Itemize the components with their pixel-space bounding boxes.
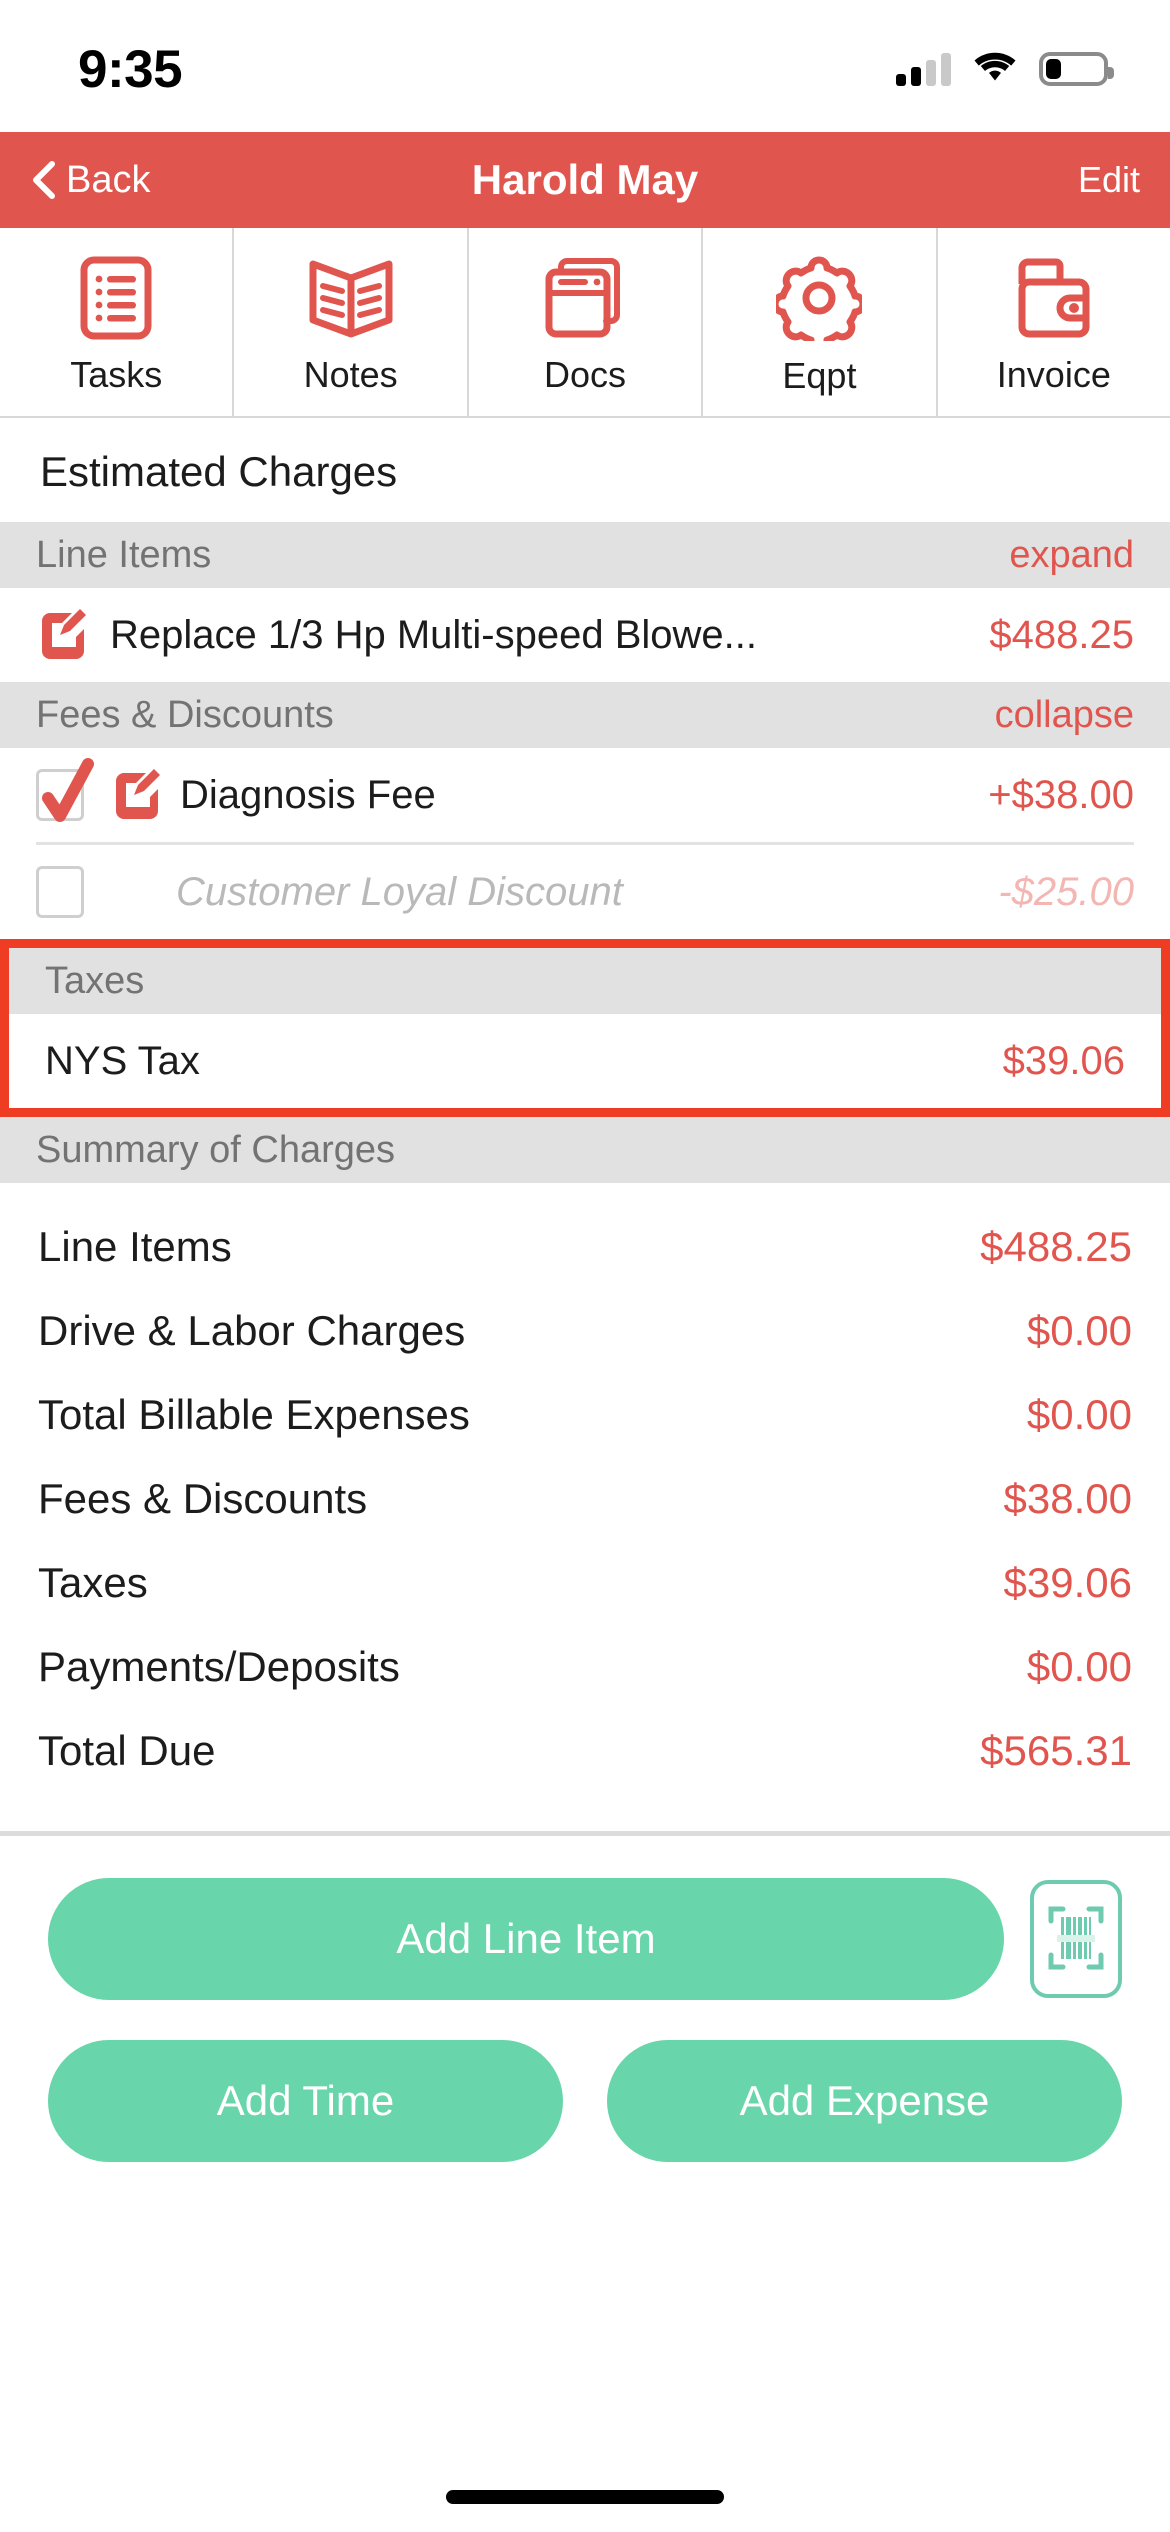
summary-amount: $0.00	[1026, 1643, 1132, 1690]
tab-label-notes: Notes	[303, 354, 398, 395]
tab-docs[interactable]: Docs	[469, 228, 704, 416]
navigation-bar: Back Harold May Edit	[0, 132, 1170, 228]
home-indicator[interactable]	[446, 2490, 724, 2504]
charges-content: Estimated Charges Line Items expand Repl…	[0, 418, 1170, 2532]
cellular-signal-icon	[896, 52, 951, 86]
wallet-icon	[1012, 256, 1096, 340]
open-book-icon	[305, 256, 397, 340]
taxes-highlight-box: Taxes NYS Tax $39.06	[0, 939, 1170, 1117]
section-title-line-items: Line Items	[36, 533, 212, 576]
summary-row: Fees & Discounts $38.00	[0, 1457, 1170, 1541]
app-screen: 9:35 Back Harold May Edit Tasks Notes Do…	[0, 0, 1170, 2532]
tab-bar: Tasks Notes Docs Eqpt Invoice	[0, 228, 1170, 418]
summary-list: Line Items $488.25 Drive & Labor Charges…	[0, 1183, 1170, 1823]
chevron-left-icon	[30, 161, 56, 199]
edit-pencil-icon[interactable]	[36, 607, 88, 664]
fee-row-diagnosis[interactable]: Diagnosis Fee +$38.00	[0, 748, 1170, 842]
summary-row: Payments/Deposits $0.00	[0, 1625, 1170, 1709]
summary-label: Taxes	[38, 1559, 148, 1606]
edit-button[interactable]: Edit	[1078, 159, 1140, 201]
tab-eqpt[interactable]: Eqpt	[703, 228, 938, 416]
section-header-taxes: Taxes	[9, 948, 1161, 1014]
line-item-label: Replace 1/3 Hp Multi-speed Blowe...	[110, 612, 757, 657]
fee-label-diagnosis: Diagnosis Fee	[180, 772, 436, 817]
summary-row: Drive & Labor Charges $0.00	[0, 1289, 1170, 1373]
edit-pencil-icon[interactable]	[110, 767, 162, 824]
tab-label-eqpt: Eqpt	[782, 355, 857, 396]
list-document-icon	[80, 256, 152, 340]
tab-label-docs: Docs	[544, 354, 627, 395]
fee-amount-diagnosis: +$38.00	[988, 772, 1134, 817]
summary-row: Taxes $39.06	[0, 1541, 1170, 1625]
tab-tasks[interactable]: Tasks	[0, 228, 235, 416]
summary-row: Line Items $488.25	[0, 1205, 1170, 1289]
page-header-title: Harold May	[471, 156, 699, 203]
back-label: Back	[66, 158, 151, 201]
section-header-fees-discounts: Fees & Discounts collapse	[0, 682, 1170, 748]
add-time-button[interactable]: Add Time	[48, 2040, 563, 2162]
primary-action-row: Add Line Item	[48, 1878, 1122, 2000]
barcode-scan-icon	[1045, 1899, 1107, 1980]
add-line-item-button[interactable]: Add Line Item	[48, 1878, 1004, 2000]
secondary-action-row: Add Time Add Expense	[48, 2040, 1122, 2162]
summary-label: Fees & Discounts	[38, 1475, 368, 1522]
checkbox-diagnosis-fee[interactable]	[36, 758, 94, 822]
line-item-row[interactable]: Replace 1/3 Hp Multi-speed Blowe... $488…	[0, 588, 1170, 682]
back-button[interactable]: Back	[30, 159, 150, 202]
tab-label-invoice: Invoice	[996, 354, 1111, 395]
section-header-summary: Summary of Charges	[0, 1117, 1170, 1183]
tab-notes[interactable]: Notes	[234, 228, 469, 416]
status-bar: 9:35	[0, 0, 1170, 132]
line-item-amount: $488.25	[989, 612, 1134, 657]
tax-label-nys: NYS Tax	[45, 1038, 200, 1083]
summary-amount: $39.06	[1003, 1559, 1132, 1606]
section-title-fees-discounts: Fees & Discounts	[36, 693, 334, 736]
summary-amount: $488.25	[980, 1223, 1132, 1270]
add-expense-button[interactable]: Add Expense	[607, 2040, 1122, 2162]
checkbox-customer-loyal-discount[interactable]	[36, 866, 84, 918]
summary-row: Total Billable Expenses $0.00	[0, 1373, 1170, 1457]
action-button-area: Add Line Item Add Time Add Expense	[0, 1836, 1170, 2162]
tab-invoice[interactable]: Invoice	[938, 228, 1170, 416]
summary-amount-total-due: $565.31	[980, 1727, 1132, 1774]
wifi-icon	[973, 51, 1017, 88]
summary-amount: $0.00	[1026, 1307, 1132, 1354]
fee-label-loyal-discount: Customer Loyal Discount	[176, 869, 623, 914]
summary-amount: $0.00	[1026, 1391, 1132, 1438]
summary-label: Total Billable Expenses	[38, 1391, 470, 1438]
summary-amount: $38.00	[1003, 1475, 1132, 1522]
summary-label: Drive & Labor Charges	[38, 1307, 466, 1354]
tax-amount-nys: $39.06	[1002, 1038, 1125, 1083]
page-title: Estimated Charges	[40, 448, 398, 495]
summary-label: Line Items	[38, 1223, 232, 1270]
expand-line-items-link[interactable]: expand	[1009, 534, 1134, 577]
fee-row-loyal-discount[interactable]: Customer Loyal Discount -$25.00	[0, 845, 1170, 939]
gear-icon	[776, 255, 863, 341]
stacked-documents-icon	[543, 256, 627, 340]
collapse-fees-discounts-link[interactable]: collapse	[995, 694, 1134, 737]
section-title-taxes: Taxes	[45, 959, 145, 1002]
fee-amount-loyal-discount: -$25.00	[998, 869, 1134, 914]
summary-row-total-due: Total Due $565.31	[0, 1709, 1170, 1793]
status-time: 9:35	[78, 39, 183, 99]
summary-label-total-due: Total Due	[38, 1727, 216, 1774]
tab-label-tasks: Tasks	[70, 354, 163, 395]
tax-row-nys[interactable]: NYS Tax $39.06	[9, 1014, 1161, 1108]
section-title-summary: Summary of Charges	[36, 1128, 396, 1171]
section-header-line-items: Line Items expand	[0, 522, 1170, 588]
status-indicators	[896, 45, 1114, 88]
battery-icon	[1039, 52, 1114, 86]
summary-label: Payments/Deposits	[38, 1643, 400, 1690]
barcode-scan-button[interactable]	[1030, 1880, 1122, 1998]
